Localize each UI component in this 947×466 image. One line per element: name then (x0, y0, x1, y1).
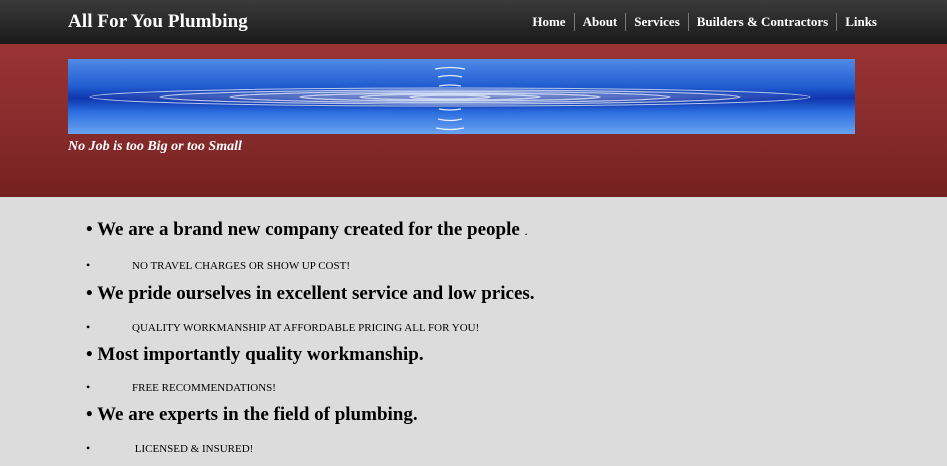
main-content: • We are a brand new company created for… (0, 197, 947, 466)
nav-home-link[interactable]: Home (524, 13, 573, 31)
headline-item: • We are a brand new company created for… (86, 219, 528, 241)
subpoint-item: • LICENSED & INSURED! (86, 441, 253, 456)
headline-text: We are a brand new company created for t… (97, 219, 520, 240)
subpoint-item: • FREE RECOMMENDATIONS! (86, 380, 276, 395)
bullet: • (86, 404, 93, 425)
nav-about-link[interactable]: About (575, 13, 626, 31)
headline-text: We are experts in the field of plumbing. (97, 404, 418, 425)
subpoint-item: • NO TRAVEL CHARGES OR SHOW UP COST! (86, 258, 350, 273)
water-ripple-banner-image (68, 59, 855, 134)
bullet: • (86, 441, 91, 455)
bullet: • (86, 320, 91, 334)
site-title[interactable]: All For You Plumbing (68, 11, 248, 33)
bullet: • (86, 258, 91, 272)
nav-links-link[interactable]: Links (837, 13, 877, 31)
subpoint-text: QUALITY WORKMANSHIP AT AFFORDABLE PRICIN… (132, 322, 480, 334)
water-ripple-icon (89, 66, 811, 131)
bullet: • (86, 219, 93, 240)
header-banner: No Job is too Big or too Small (0, 44, 947, 197)
subpoint-item: • QUALITY WORKMANSHIP AT AFFORDABLE PRICI… (86, 320, 479, 335)
headline-trail: . (524, 223, 528, 238)
headline-text: We pride ourselves in excellent service … (97, 283, 535, 304)
subpoint-text: NO TRAVEL CHARGES OR SHOW UP COST! (132, 260, 350, 272)
headline-item: • We pride ourselves in excellent servic… (86, 283, 535, 305)
top-navigation-bar: All For You Plumbing Home About Services… (0, 0, 947, 44)
headline-item: • We are experts in the field of plumbin… (86, 404, 418, 426)
subpoint-text: FREE RECOMMENDATIONS! (132, 382, 276, 394)
bullet: • (86, 344, 93, 365)
bullet: • (86, 380, 91, 394)
headline-item: • Most importantly quality workmanship. (86, 344, 424, 366)
headline-text: Most importantly quality workmanship. (97, 344, 424, 365)
nav-services-link[interactable]: Services (626, 13, 687, 31)
subpoint-text: LICENSED & INSURED! (132, 443, 254, 455)
main-nav: Home About Services Builders & Contracto… (524, 13, 877, 31)
tagline: No Job is too Big or too Small (68, 139, 242, 154)
bullet: • (86, 283, 93, 304)
nav-builders-contractors-link[interactable]: Builders & Contractors (689, 13, 836, 31)
